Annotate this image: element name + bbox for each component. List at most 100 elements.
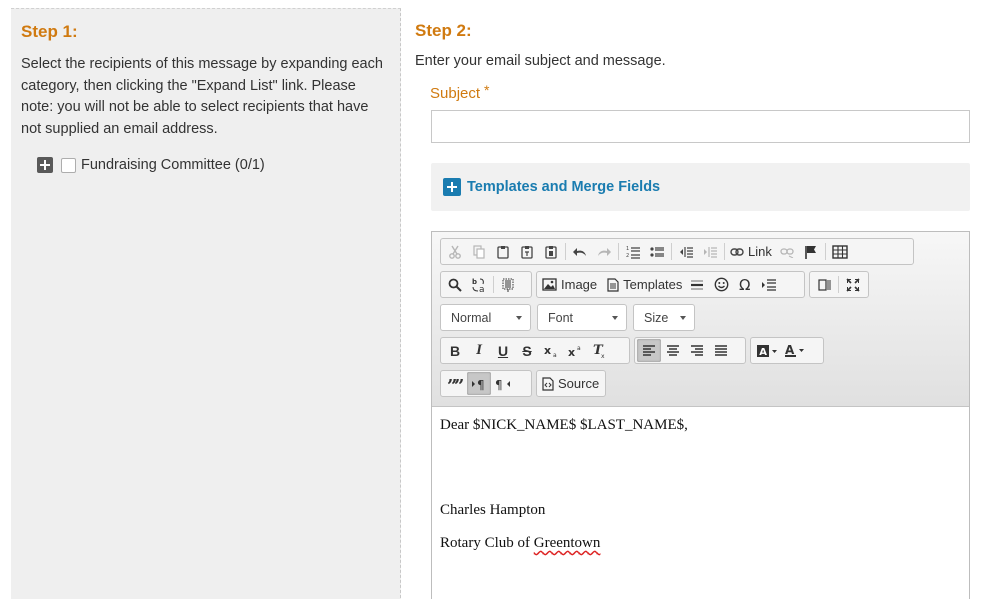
step1-title: Step 1: <box>21 22 78 41</box>
undo-icon[interactable] <box>568 240 592 263</box>
editor-toolbar: 12 Link b a Image Templates Ω Normal Fon… <box>432 232 969 407</box>
svg-text:A: A <box>759 347 767 358</box>
toolbar-row4-align-group <box>634 337 746 364</box>
font-select-value: Font <box>548 310 574 325</box>
replace-icon[interactable]: ba <box>467 273 491 296</box>
paste-text-icon[interactable] <box>515 240 539 263</box>
svg-text:x: x <box>601 353 605 358</box>
toolbar-row4-color-group: A A <box>750 337 824 364</box>
page-break-icon[interactable] <box>757 273 781 296</box>
image-button[interactable]: Image <box>539 273 600 296</box>
copy-icon[interactable] <box>467 240 491 263</box>
svg-text:a: a <box>553 352 557 358</box>
rich-text-editor: 12 Link b a Image Templates Ω Normal Fon… <box>431 231 970 599</box>
bold-button[interactable]: B <box>443 339 467 362</box>
toolbar-row5-block-group: ”” ¶ ¶ <box>440 370 532 397</box>
toolbar-separator <box>724 243 725 260</box>
svg-text:”: ” <box>454 378 463 390</box>
toolbar-row5-source-group: Source <box>536 370 606 397</box>
numbered-list-icon[interactable]: 12 <box>621 240 645 263</box>
italic-button[interactable]: I <box>467 339 491 362</box>
align-right-icon[interactable] <box>685 339 709 362</box>
chevron-down-icon <box>612 315 618 320</box>
align-left-icon[interactable] <box>637 339 661 362</box>
step2-instructions: Enter your email subject and message. <box>415 53 666 69</box>
anchor-flag-icon[interactable] <box>799 240 823 263</box>
svg-text:1: 1 <box>626 246 629 252</box>
link-label: Link <box>748 244 772 259</box>
source-label: Source <box>558 376 600 391</box>
toolbar-row2-insert-group: Image Templates Ω <box>536 271 805 298</box>
unlink-icon[interactable] <box>775 240 799 263</box>
ltr-direction-icon[interactable]: ¶ <box>467 372 491 395</box>
message-panel: Step 2: Enter your email subject and mes… <box>405 8 1002 599</box>
signature-name: Charles Hampton <box>440 502 546 518</box>
templates-button-label: Templates <box>623 277 683 292</box>
cut-icon[interactable] <box>443 240 467 263</box>
svg-text:a: a <box>479 285 485 293</box>
toolbar-row2-find-group: ba <box>440 271 532 298</box>
source-button[interactable]: Source <box>539 372 602 395</box>
maximize-icon[interactable] <box>841 273 865 296</box>
link-button[interactable]: Link <box>727 240 775 263</box>
strikethrough-button[interactable]: S <box>515 339 539 362</box>
chevron-down-icon <box>516 315 522 320</box>
category-label: Fundraising Committee (0/1) <box>81 157 265 173</box>
templates-merge-fields-label: Templates and Merge Fields <box>467 179 661 195</box>
toolbar-separator <box>493 276 494 293</box>
format-select[interactable]: Normal <box>440 304 531 331</box>
size-select-value: Size <box>644 310 669 325</box>
blockquote-icon[interactable]: ”” <box>443 372 467 395</box>
subject-label-text: Subject <box>430 85 481 102</box>
toolbar-row2-view-group <box>809 271 869 298</box>
text-color-icon[interactable]: A <box>781 339 809 362</box>
category-checkbox[interactable] <box>61 157 76 173</box>
svg-text:x: x <box>568 346 575 358</box>
subscript-icon[interactable]: xa <box>539 339 563 362</box>
increase-indent-icon[interactable] <box>698 240 722 263</box>
rtl-direction-icon[interactable]: ¶ <box>491 372 515 395</box>
spellcheck-word: Greentown <box>533 535 601 551</box>
horizontal-line-icon[interactable] <box>685 273 709 296</box>
show-blocks-icon[interactable] <box>812 273 836 296</box>
size-select[interactable]: Size <box>633 304 695 331</box>
bulleted-list-icon[interactable] <box>645 240 669 263</box>
toolbar-separator <box>838 276 839 293</box>
find-icon[interactable] <box>443 273 467 296</box>
recipients-panel: Step 1: Select the recipients of this me… <box>11 8 401 599</box>
select-all-icon[interactable] <box>496 273 520 296</box>
svg-text:Ω: Ω <box>739 277 750 292</box>
redo-icon[interactable] <box>592 240 616 263</box>
svg-text:A: A <box>785 343 795 357</box>
decrease-indent-icon[interactable] <box>674 240 698 263</box>
required-asterisk: * <box>484 82 490 98</box>
toolbar-row1-group: 12 Link <box>440 238 914 265</box>
font-select[interactable]: Font <box>537 304 627 331</box>
smiley-icon[interactable] <box>709 273 733 296</box>
paste-word-icon[interactable] <box>539 240 563 263</box>
templates-merge-fields-toggle[interactable]: Templates and Merge Fields <box>431 163 970 211</box>
editor-content[interactable]: Dear $NICK_NAME$ $LAST_NAME$, Charles Ha… <box>432 407 969 562</box>
special-character-icon[interactable]: Ω <box>733 273 757 296</box>
step1-instructions: Select the recipients of this message by… <box>21 56 383 137</box>
templates-button[interactable]: Templates <box>604 273 685 296</box>
table-icon[interactable] <box>828 240 852 263</box>
expand-icon[interactable] <box>37 157 53 173</box>
greeting-line: Dear $NICK_NAME$ $LAST_NAME$, <box>440 417 688 433</box>
step2-title: Step 2: <box>415 21 472 40</box>
paste-icon[interactable] <box>491 240 515 263</box>
signature-org-prefix: Rotary Club of <box>440 535 534 551</box>
signature-org: Rotary Club of Greentown <box>440 535 961 552</box>
superscript-icon[interactable]: xa <box>563 339 587 362</box>
toolbar-separator <box>671 243 672 260</box>
justify-icon[interactable] <box>709 339 733 362</box>
toolbar-row4-style-group: B I U S xa xa Tx <box>440 337 630 364</box>
toolbar-separator <box>618 243 619 260</box>
chevron-down-icon <box>680 315 686 320</box>
background-color-icon[interactable]: A <box>753 339 781 362</box>
remove-format-icon[interactable]: Tx <box>587 339 611 362</box>
subject-input[interactable] <box>431 110 970 143</box>
align-center-icon[interactable] <box>661 339 685 362</box>
toolbar-separator <box>565 243 566 260</box>
underline-button[interactable]: U <box>491 339 515 362</box>
